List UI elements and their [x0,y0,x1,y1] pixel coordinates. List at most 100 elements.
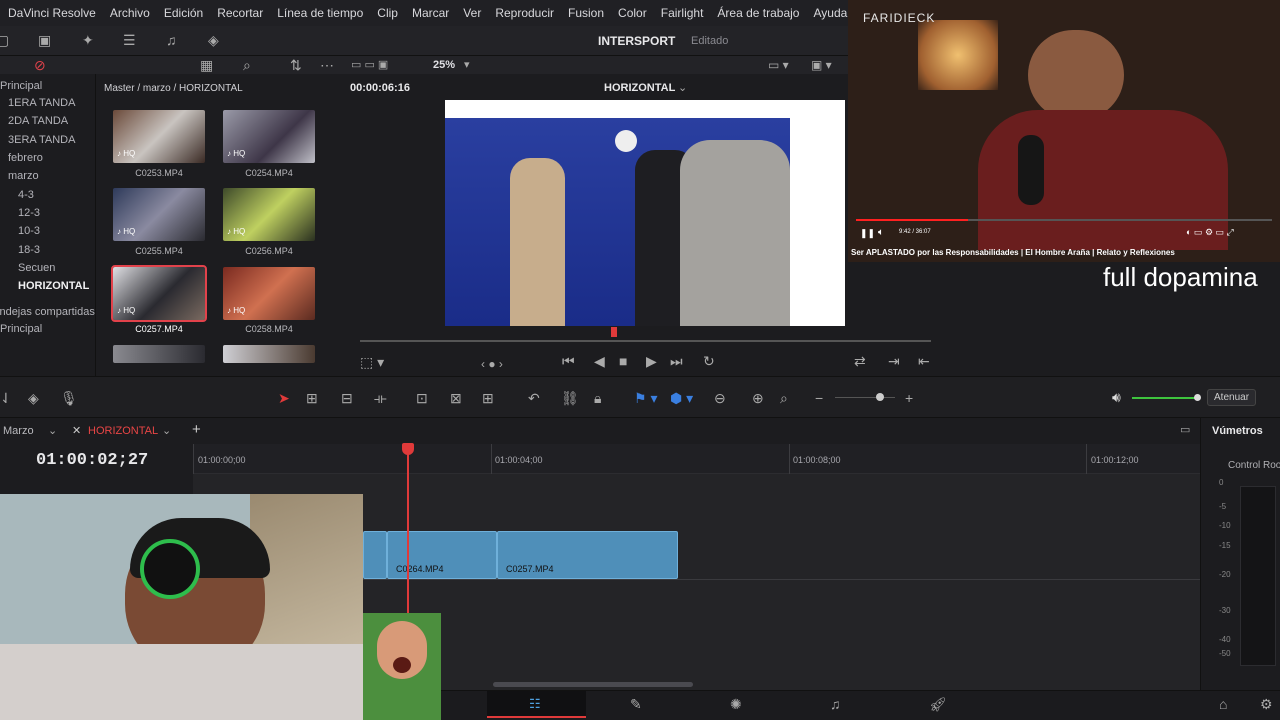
scrubber-track[interactable] [360,340,931,342]
play-icon[interactable]: ▶ [646,354,657,368]
zoom-slider-track[interactable] [835,397,895,398]
menu-item[interactable]: Reproducir [495,6,554,20]
bin-item-selected[interactable]: HORIZONTAL [18,280,89,292]
close-icon[interactable]: ✕ [72,424,81,437]
menu-item[interactable]: DaVinci Resolve [8,6,96,20]
timeline-clip[interactable]: C0264.MP4 [387,531,497,579]
fusion-page-icon[interactable]: ✎ [630,697,642,711]
select-cursor-icon[interactable]: ➤ [278,391,290,405]
playhead-handle[interactable] [402,443,414,455]
skip-forward-icon[interactable]: ⏭ [670,354,683,368]
media-pool-toggle-icon[interactable]: ▢ [0,33,9,47]
edit-page-tab[interactable]: ☷ [487,691,586,718]
deliver-page-icon[interactable]: 🚀︎ [929,697,947,711]
mark-out-icon[interactable]: ⇤ [918,354,930,368]
timeline-ruler[interactable]: 01:00:00;00 01:00:04;00 01:00:08;00 01:0… [193,444,1200,474]
output-icon[interactable]: ▣ ▾ [811,58,832,72]
snap-icon[interactable]: ↶ [528,391,540,405]
zoom-out-icon[interactable]: − [815,391,823,405]
bin-item[interactable]: 18-3 [18,244,40,256]
trim-icon[interactable]: ⊞ [306,391,318,405]
gear-icon[interactable]: ⚙ [1260,697,1273,711]
sort-icon[interactable]: ⇅ [290,58,302,72]
search-icon[interactable]: ⌕ [243,58,251,72]
speaker-icon[interactable]: 🔊︎ [1112,390,1121,404]
bin-item[interactable]: 12-3 [18,207,40,219]
bin-item[interactable]: Secuen [18,262,55,274]
mic-icon[interactable]: 🎙︎ [60,391,78,405]
dim-button[interactable]: Atenuar [1207,389,1257,406]
timeline-scrollbar[interactable] [493,682,693,687]
replace-icon[interactable]: ⊞ [482,391,494,405]
marker-icon[interactable]: ⬢ ▾ [670,391,693,405]
menu-item[interactable]: Área de trabajo [717,6,799,20]
yt-progress-track[interactable] [856,219,1272,221]
clip-thumbnail[interactable]: ♪ HQ [223,188,315,241]
match-frame-icon[interactable]: ⇄ [854,354,866,368]
sound-library-icon[interactable]: ♫ [166,33,177,47]
bin-item[interactable]: 1ERA TANDA [8,97,75,109]
bin-item[interactable]: 3ERA TANDA [8,134,75,146]
zoom-full-icon[interactable]: ⊖ [714,391,726,405]
menu-item[interactable]: Fairlight [661,6,704,20]
more-options-icon[interactable]: ⋯ [320,58,334,72]
clip-thumbnail[interactable] [113,345,205,363]
tab-horizontal[interactable]: HORIZONTAL [88,425,158,437]
edit-index-icon[interactable]: ☰ [123,33,136,47]
marker-shape-icon[interactable]: ◈ [28,391,39,405]
menu-item[interactable]: Edición [164,6,203,20]
fairlight-page-icon[interactable]: ♫ [830,697,841,711]
clip-thumbnail[interactable]: ♪ HQ [113,188,205,241]
bin-item[interactable]: febrero [8,152,43,164]
loop-play-icon[interactable]: ↻ [703,354,715,368]
menu-item[interactable]: Color [618,6,647,20]
overwrite-icon[interactable]: ⊠ [450,391,462,405]
bin-item[interactable]: Principal [0,80,42,92]
chevron-down-icon[interactable]: ▾ [464,58,470,71]
clip-thumbnail[interactable]: ♪ HQ [113,110,205,163]
skip-back-icon[interactable]: ⏮ [562,354,575,368]
timeline-clip[interactable] [363,531,387,579]
clip-thumbnail-selected[interactable]: ♪ HQ [111,265,207,322]
pause-icon[interactable]: ❚❚ [860,228,875,239]
monitor-icon[interactable]: ▭ ▾ [768,58,789,72]
timeline-clip[interactable]: C0257.MP4 [497,531,678,579]
bin-item[interactable]: 10-3 [18,225,40,237]
stop-icon[interactable]: ■ [619,354,627,368]
grid-view-icon[interactable]: ▦ [200,58,213,72]
youtube-player[interactable]: FARIDIECK ❚❚ 🔈︎ 9:42 / 36:07 ◐ ▭ ⚙ ▭ ⤢ [848,0,1280,262]
clip-thumbnail[interactable]: ♪ HQ [223,267,315,320]
menu-item[interactable]: Marcar [412,6,449,20]
mark-in-icon[interactable]: ⇥ [888,354,900,368]
inspector-icon[interactable]: ◈ [208,33,219,47]
menu-item[interactable]: Recortar [217,6,263,20]
color-page-icon[interactable]: ✺ [730,697,742,711]
zoom-slider-handle[interactable] [876,393,884,401]
loop-icon[interactable]: ⬚ ▾ [360,355,384,369]
volume-icon[interactable]: 🔈︎ [878,227,884,238]
link-icon[interactable]: ⊘ [34,58,46,72]
bin-item[interactable]: Principal [0,323,42,335]
image-icon[interactable]: ▣ [38,33,51,47]
clip-thumbnail[interactable] [223,345,315,363]
home-icon[interactable]: ⌂ [1219,697,1227,711]
insert-icon[interactable]: ⊡ [416,391,428,405]
volume-handle[interactable] [1194,394,1201,401]
chevron-down-icon[interactable]: ⌄ [48,424,57,437]
jog-icon[interactable]: ‹ ● › [481,357,503,371]
zoom-detail-icon[interactable]: ⊕ [752,391,764,405]
link-clips-icon[interactable]: ⛓︎ [561,391,579,405]
dynamic-trim-icon[interactable]: ⊟ [341,391,353,405]
zoom-custom-icon[interactable]: ⌕ [780,391,788,405]
add-tab-icon[interactable]: + [192,421,201,438]
flag-icon[interactable]: ⚑ ▾ [634,391,657,405]
menu-item[interactable]: Ver [463,6,481,20]
bin-item[interactable]: 4-3 [18,189,34,201]
yt-controls-icon[interactable]: ◐ ▭ ⚙ ▭ ⤢ [1186,227,1234,238]
panel-icon[interactable]: ▭ [1180,423,1190,436]
timeline-playhead[interactable] [407,444,409,614]
zoom-in-icon[interactable]: + [905,391,913,405]
volume-slider[interactable] [1132,397,1198,399]
menu-item[interactable]: Archivo [110,6,150,20]
menu-item[interactable]: Fusion [568,6,604,20]
